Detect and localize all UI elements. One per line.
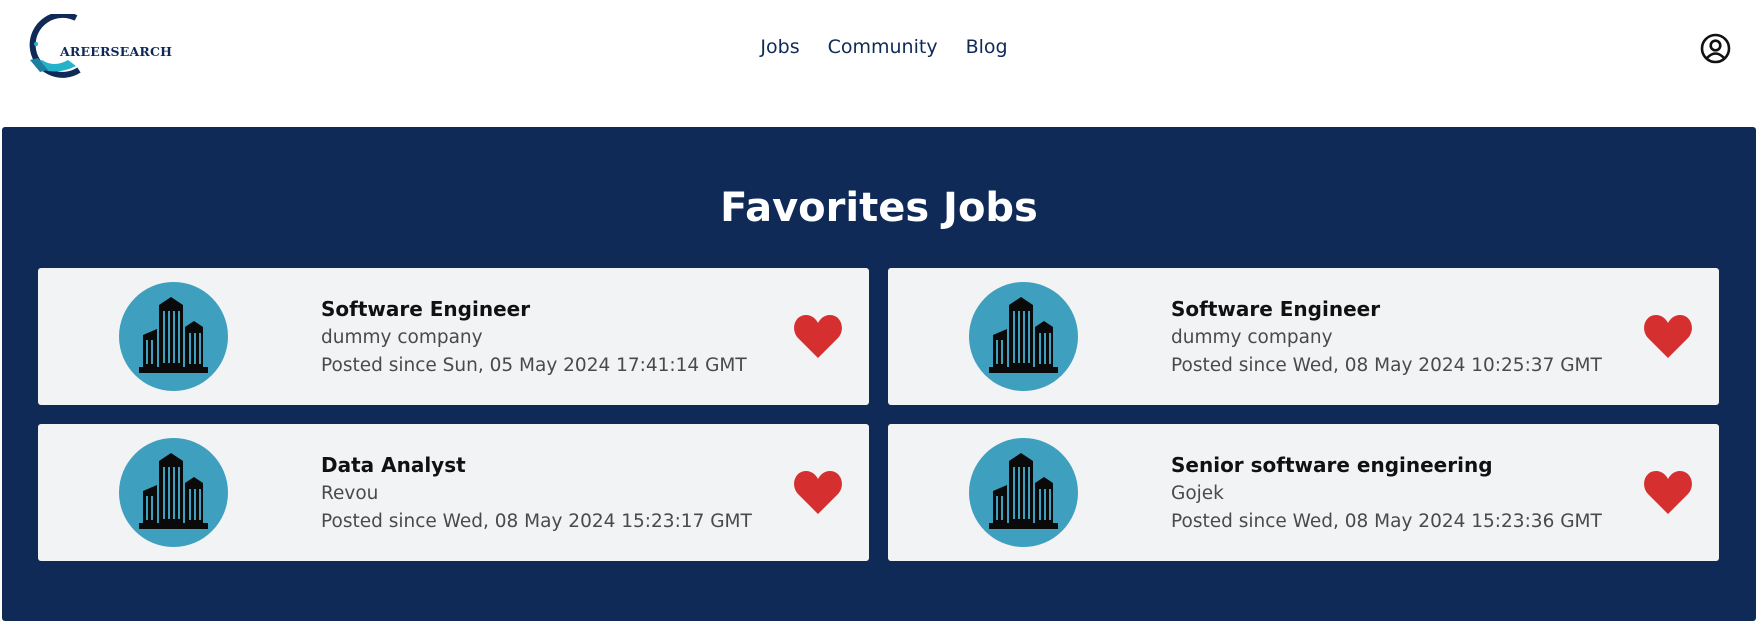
profile-button[interactable] — [1700, 33, 1731, 64]
job-company: dummy company — [1171, 327, 1333, 348]
job-title[interactable]: Software Engineer — [1171, 294, 1621, 324]
company-avatar — [969, 282, 1078, 391]
job-company: Revou — [321, 483, 379, 504]
favorite-button[interactable] — [1643, 468, 1693, 516]
job-posted-date: Posted since Wed, 08 May 2024 15:23:36 G… — [1171, 511, 1602, 532]
job-info: Data Analyst Revou Posted since Wed, 08 … — [321, 450, 771, 536]
job-card-1[interactable]: Software Engineer dummy company Posted s… — [38, 268, 869, 405]
job-card-4[interactable]: Senior software engineering Gojek Posted… — [888, 424, 1719, 561]
main-nav: Jobs Community Blog — [0, 36, 1758, 58]
favorite-button[interactable] — [793, 468, 843, 516]
job-title[interactable]: Software Engineer — [321, 294, 771, 324]
heart-icon — [794, 315, 842, 358]
job-info: Senior software engineering Gojek Posted… — [1171, 450, 1621, 536]
heart-icon — [1644, 471, 1692, 514]
job-company: dummy company — [321, 327, 483, 348]
nav-link-jobs[interactable]: Jobs — [760, 36, 799, 58]
page-title: Favorites Jobs — [720, 185, 1038, 231]
job-posted-date: Posted since Wed, 08 May 2024 10:25:37 G… — [1171, 355, 1602, 376]
favorite-button[interactable] — [1643, 312, 1693, 360]
favorite-button[interactable] — [793, 312, 843, 360]
job-title[interactable]: Data Analyst — [321, 450, 771, 480]
heart-icon — [794, 471, 842, 514]
job-info: Software Engineer dummy company Posted s… — [321, 294, 771, 380]
company-avatar — [969, 438, 1078, 547]
job-info: Software Engineer dummy company Posted s… — [1171, 294, 1621, 380]
job-card-3[interactable]: Data Analyst Revou Posted since Wed, 08 … — [38, 424, 869, 561]
nav-link-blog[interactable]: Blog — [966, 36, 1008, 58]
job-company: Gojek — [1171, 483, 1224, 504]
company-avatar — [119, 282, 228, 391]
job-card-2[interactable]: Software Engineer dummy company Posted s… — [888, 268, 1719, 405]
building-icon — [139, 297, 208, 373]
navbar: AREERSEARCH Jobs Community Blog — [0, 0, 1758, 100]
company-avatar — [119, 438, 228, 547]
job-posted-date: Posted since Wed, 08 May 2024 15:23:17 G… — [321, 511, 752, 532]
user-circle-icon — [1700, 33, 1731, 64]
building-icon — [989, 453, 1058, 529]
heart-icon — [1644, 315, 1692, 358]
job-posted-date: Posted since Sun, 05 May 2024 17:41:14 G… — [321, 355, 747, 376]
building-icon — [989, 297, 1058, 373]
job-title[interactable]: Senior software engineering — [1171, 450, 1621, 480]
building-icon — [139, 453, 208, 529]
nav-link-community[interactable]: Community — [828, 36, 938, 58]
